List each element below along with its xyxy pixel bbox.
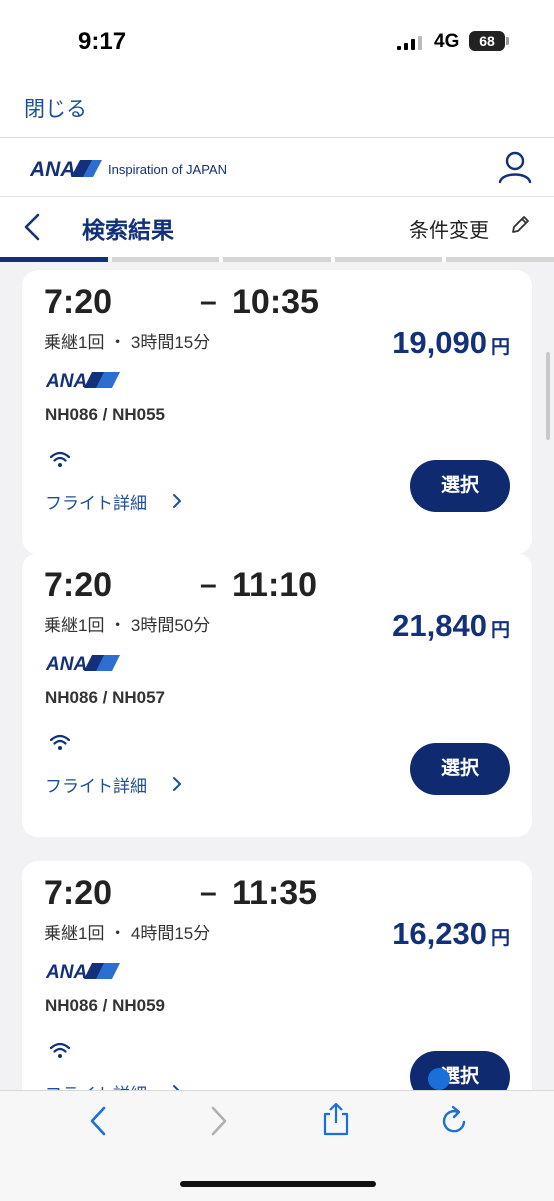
wifi-icon <box>49 733 71 751</box>
progress-segment <box>111 257 220 262</box>
arrival-time: 10:35 <box>232 283 319 321</box>
battery-level: 68 <box>469 31 505 51</box>
chevron-right-icon[interactable] <box>172 776 182 792</box>
forward-icon[interactable] <box>203 1104 233 1138</box>
fare-price: 21,840 円 <box>300 608 510 644</box>
network-type: 4G <box>434 31 460 52</box>
flight-detail-link[interactable]: フライト詳細 <box>45 489 147 514</box>
select-button[interactable]: 選択 <box>410 743 510 795</box>
wifi-icon <box>49 1041 71 1059</box>
signal-icon <box>397 36 422 50</box>
connection-duration: 乗継1回 ・ 3時間15分 <box>44 333 211 352</box>
ana-logo: ANA <box>45 961 120 983</box>
svg-text:ANA: ANA <box>30 158 76 179</box>
price-currency: 円 <box>490 337 510 358</box>
ana-logo: ANA <box>45 370 120 392</box>
progress-segment <box>223 257 331 262</box>
ana-logo: ANA <box>45 653 120 675</box>
svg-text:ANA: ANA <box>46 654 87 673</box>
time-separator: – <box>200 285 217 318</box>
user-icon[interactable] <box>498 150 532 184</box>
price-amount: 19,090 <box>392 325 487 360</box>
departure-time: 7:20 <box>44 874 113 912</box>
pencil-icon[interactable] <box>510 215 530 235</box>
time-separator: – <box>200 568 217 601</box>
brand-tagline: Inspiration of JAPAN <box>108 162 227 177</box>
scroll-thumb[interactable] <box>546 352 550 440</box>
price-currency: 円 <box>490 928 510 949</box>
price-amount: 16,230 <box>392 916 487 951</box>
progress-segment <box>334 257 443 262</box>
progress-segment <box>0 257 108 262</box>
connection-duration: 乗継1回 ・ 4時間15分 <box>44 924 211 943</box>
arrival-time: 11:10 <box>232 566 318 604</box>
share-icon[interactable] <box>321 1102 351 1136</box>
back-icon[interactable] <box>84 1104 114 1138</box>
flight-numbers: NH086 / NH057 <box>45 688 166 707</box>
fare-price: 16,230 円 <box>300 916 510 952</box>
flight-numbers: NH086 / NH059 <box>45 996 166 1015</box>
select-button[interactable]: 選択 <box>410 460 510 512</box>
wifi-icon <box>49 450 71 468</box>
status-time: 9:17 <box>78 28 127 55</box>
price-currency: 円 <box>490 620 510 641</box>
arrival-time: 11:35 <box>232 874 318 912</box>
connection-duration: 乗継1回 ・ 3時間50分 <box>44 616 211 635</box>
page-title: 検索結果 <box>82 217 174 243</box>
time-separator: – <box>200 876 217 909</box>
ana-logo: ANA <box>30 158 102 179</box>
fare-price: 19,090 円 <box>300 325 510 361</box>
svg-text:ANA: ANA <box>46 371 87 390</box>
reload-icon[interactable] <box>440 1104 470 1138</box>
battery-nub <box>506 37 509 45</box>
svg-text:ANA: ANA <box>46 962 87 981</box>
flight-detail-link[interactable]: フライト詳細 <box>45 772 147 797</box>
back-icon[interactable] <box>22 212 42 242</box>
flight-numbers: NH086 / NH055 <box>45 405 166 424</box>
change-conditions-button[interactable]: 条件変更 <box>409 214 489 243</box>
price-amount: 21,840 <box>392 608 487 643</box>
progress-segment <box>446 257 554 262</box>
departure-time: 7:20 <box>44 283 113 321</box>
floating-indicator[interactable] <box>428 1068 450 1090</box>
home-indicator <box>180 1181 376 1187</box>
close-link[interactable]: 閉じる <box>24 93 87 123</box>
chevron-right-icon[interactable] <box>172 493 182 509</box>
departure-time: 7:20 <box>44 566 113 604</box>
